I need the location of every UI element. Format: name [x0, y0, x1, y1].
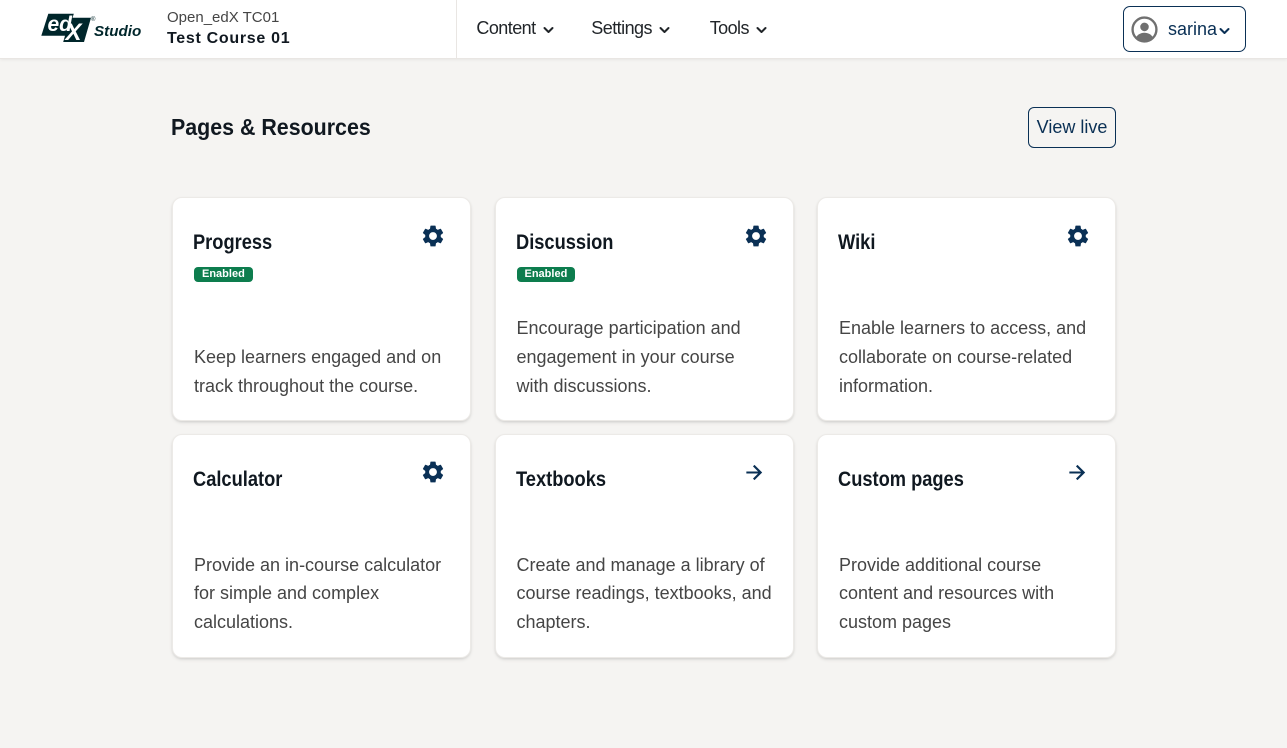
svg-text:®: ® — [91, 16, 96, 23]
svg-text:X: X — [64, 19, 84, 46]
svg-text:Studio: Studio — [94, 23, 141, 40]
